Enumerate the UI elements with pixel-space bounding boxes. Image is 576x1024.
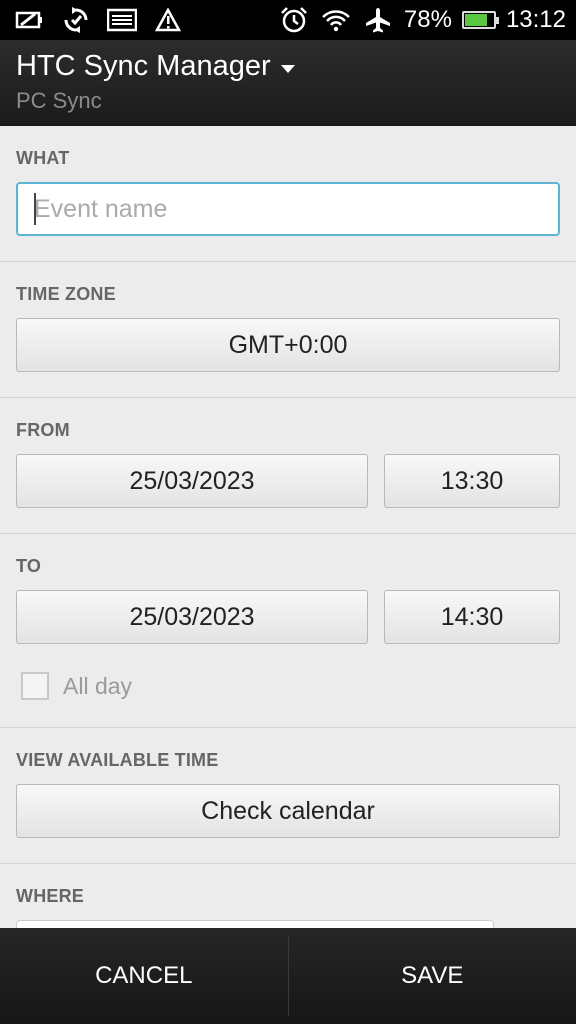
app-title-dropdown[interactable]: HTC Sync Manager xyxy=(16,50,295,83)
check-calendar-button[interactable]: Check calendar xyxy=(16,784,560,838)
status-bar: 78% 13:12 xyxy=(0,0,576,40)
wifi-icon xyxy=(320,6,352,34)
battery-level-fill xyxy=(464,14,487,26)
view-available-time-section: VIEW AVAILABLE TIME Check calendar xyxy=(0,728,576,864)
what-section: WHAT xyxy=(0,126,576,262)
warning-icon xyxy=(152,6,184,34)
sync-icon xyxy=(60,6,92,34)
battery-percent: 78% xyxy=(403,6,452,33)
event-name-input[interactable] xyxy=(34,194,558,224)
cancel-button[interactable]: CANCEL xyxy=(0,928,288,1024)
text-cursor xyxy=(34,193,36,225)
app-subtitle: PC Sync xyxy=(16,88,102,113)
where-section: WHERE xyxy=(0,864,576,928)
all-day-toggle[interactable]: All day xyxy=(16,644,560,728)
where-label: WHERE xyxy=(16,886,84,906)
from-date-button[interactable]: 25/03/2023 xyxy=(16,454,368,508)
status-bar-left xyxy=(0,6,184,34)
status-bar-right: 78% 13:12 xyxy=(278,6,576,34)
event-name-field[interactable] xyxy=(16,182,560,236)
from-time-button[interactable]: 13:30 xyxy=(384,454,560,508)
what-label: WHAT xyxy=(16,148,70,168)
save-button[interactable]: SAVE xyxy=(289,928,576,1024)
battery-icon xyxy=(461,11,499,29)
image-icon xyxy=(106,6,138,34)
where-field[interactable] xyxy=(16,920,494,928)
to-date-button[interactable]: 25/03/2023 xyxy=(16,590,368,644)
airplane-icon xyxy=(362,6,394,34)
action-bar: HTC Sync Manager PC Sync xyxy=(0,40,576,126)
dropdown-caret-icon xyxy=(280,64,295,73)
to-time-button[interactable]: 14:30 xyxy=(384,590,560,644)
alarm-icon xyxy=(278,6,310,34)
from-label: FROM xyxy=(16,420,70,440)
to-section: TO 25/03/2023 14:30 All day xyxy=(0,534,576,728)
all-day-checkbox[interactable] xyxy=(21,672,49,700)
clock: 13:12 xyxy=(505,6,566,33)
time-zone-button[interactable]: GMT+0:00 xyxy=(16,318,560,372)
from-section: FROM 25/03/2023 13:30 xyxy=(0,398,576,534)
view-available-time-label: VIEW AVAILABLE TIME xyxy=(16,750,219,770)
event-form[interactable]: WHAT TIME ZONE GMT+0:00 FROM 25/03/2023 … xyxy=(0,126,576,928)
all-day-label: All day xyxy=(63,672,133,699)
time-zone-label: TIME ZONE xyxy=(16,284,116,304)
to-label: TO xyxy=(16,556,42,576)
time-zone-section: TIME ZONE GMT+0:00 xyxy=(0,262,576,398)
battery-saver-icon xyxy=(14,6,46,34)
app-title: HTC Sync Manager xyxy=(16,50,271,82)
bottom-action-bar: CANCEL SAVE xyxy=(0,928,576,1024)
